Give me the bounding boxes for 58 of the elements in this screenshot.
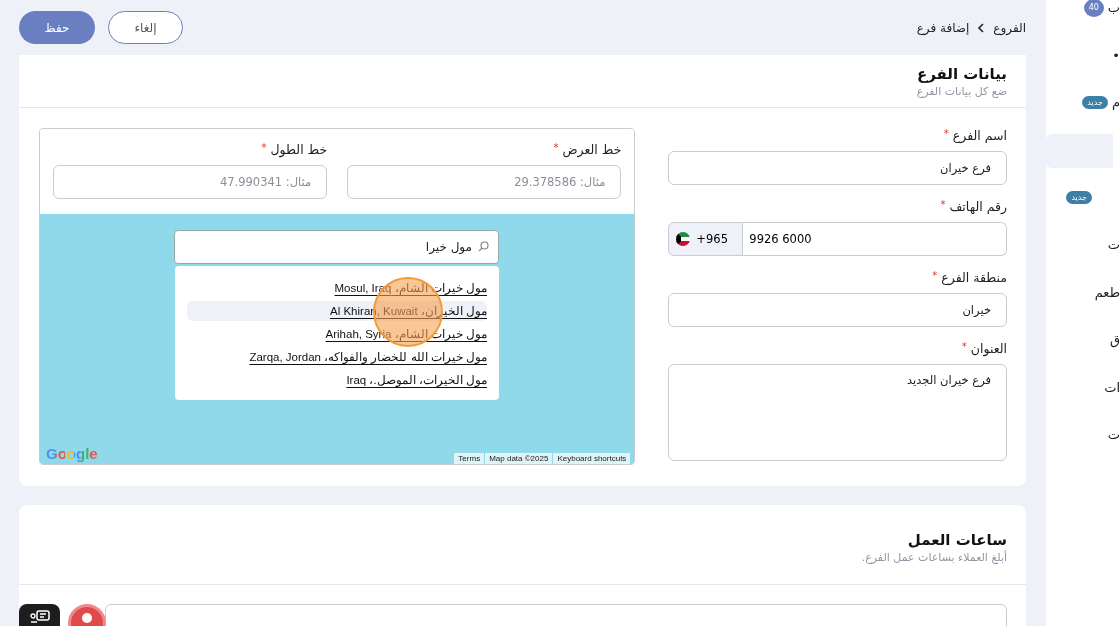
search-icon	[478, 241, 489, 252]
text-field[interactable]: خيران	[668, 293, 1007, 327]
sidebar-label: ت	[1107, 427, 1120, 443]
sidebar-label: ق	[1109, 332, 1120, 348]
attribution-link[interactable]: Keyboard shortcuts	[553, 453, 631, 464]
required-mark: *	[553, 142, 559, 153]
coordinate-field[interactable]: مثال: 47.990341	[53, 165, 328, 199]
sidebar-label: ب	[1107, 0, 1120, 16]
sidebar-item[interactable]: ق	[1046, 316, 1120, 364]
attribution-link[interactable]: Map data ©2025	[485, 453, 553, 464]
sidebar-item[interactable]: م جديد	[1046, 79, 1120, 127]
chat-icon	[28, 610, 51, 624]
coordinate-field[interactable]: مثال: 29.378586	[347, 165, 622, 199]
phone-field[interactable]: 9926 6000	[743, 222, 1007, 256]
cancel-button[interactable]: إلغاء	[108, 11, 183, 44]
sidebar-label: ات	[1104, 379, 1120, 395]
required-mark: *	[943, 128, 949, 139]
field-label: خط الطول	[270, 142, 328, 157]
address-field[interactable]: فرع خيران الجديد	[668, 364, 1007, 461]
card-title: بيانات الفرع	[916, 64, 1007, 83]
card-subtitle: أبلغ العملاء بساعات عمل الفرع.	[861, 551, 1007, 564]
sidebar-label: ت	[1107, 237, 1120, 253]
map-logo: Google	[46, 445, 98, 462]
required-mark: *	[932, 270, 938, 281]
save-button[interactable]: حفظ	[19, 11, 95, 44]
sidebar-item[interactable]: طعم	[1046, 268, 1120, 316]
breadcrumb-item[interactable]: الفروع	[993, 20, 1026, 35]
new-badge: جديد	[1066, 190, 1092, 204]
count-badge: 40	[1083, 0, 1104, 17]
sidebar-item[interactable]: ات	[1046, 363, 1120, 411]
required-mark: *	[261, 142, 267, 153]
sidebar-item[interactable]: جديد	[1046, 173, 1120, 221]
breadcrumb-item: إضافة فرع	[916, 20, 970, 35]
attribution-link[interactable]: Terms	[454, 453, 485, 464]
text-field[interactable]: فرع خيران	[668, 151, 1007, 185]
card-title: ساعات العمل	[907, 531, 1007, 549]
map-area[interactable]	[40, 214, 635, 464]
suggestion-item[interactable]: مول خيرات الله للخضار والفواكه، Zarqa, Jordan	[187, 347, 487, 367]
card-subtitle: ضع كل بيانات الفرع	[916, 84, 1007, 98]
required-mark: *	[961, 341, 967, 352]
sidebar-label: طعم	[1094, 284, 1120, 300]
country-code-selector[interactable]: +965	[668, 222, 744, 256]
field-label: منطقة الفرع	[941, 270, 1007, 285]
sidebar-item[interactable]: ت	[1046, 221, 1120, 269]
field-label: خط العرض	[562, 142, 622, 157]
sidebar-item[interactable]: •	[1046, 31, 1120, 79]
required-mark: *	[940, 199, 946, 210]
new-badge: جديد	[1082, 96, 1108, 110]
sidebar-item[interactable]: ت	[1046, 411, 1120, 459]
field-label: العنوان	[970, 341, 1007, 356]
chevron-icon	[977, 22, 986, 33]
suggestion-item[interactable]: مول الخيرات، الموصل.، Iraq	[187, 370, 487, 390]
sidebar-label: م	[1111, 95, 1120, 111]
field-label: رقم الهاتف	[949, 199, 1007, 214]
map-search-field[interactable]: مول خيرا	[174, 230, 499, 264]
sidebar-label: •	[1112, 47, 1120, 63]
kuwait-flag-icon	[676, 232, 691, 246]
field-label: اسم الفرع	[952, 128, 1007, 143]
